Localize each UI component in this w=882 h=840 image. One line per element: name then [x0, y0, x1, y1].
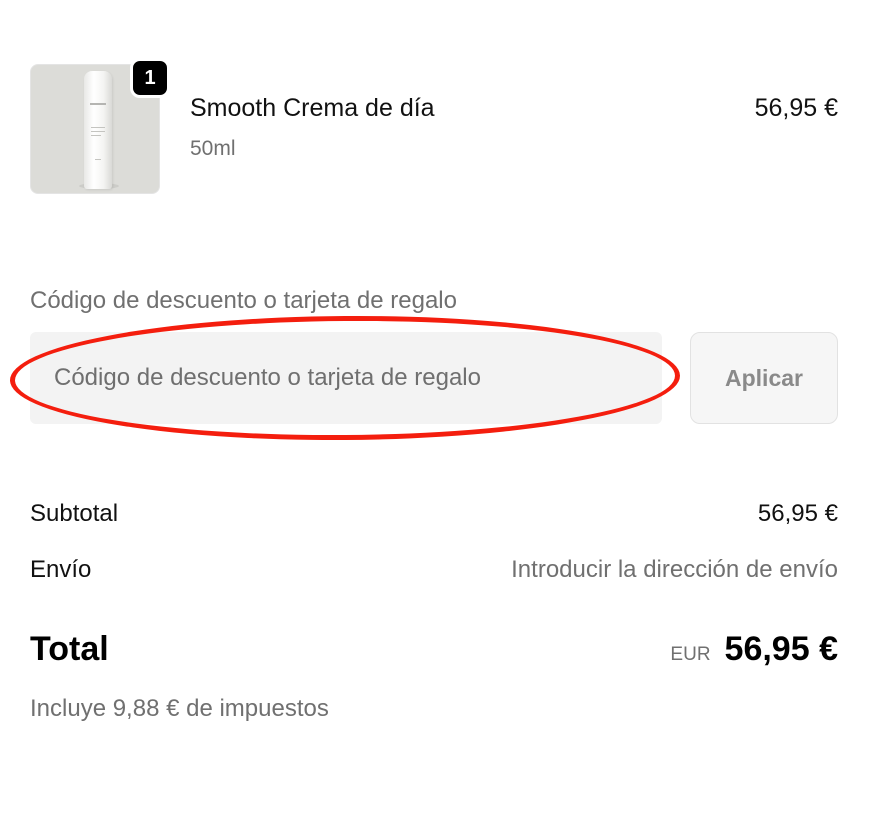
total-label: Total	[30, 630, 109, 668]
cart-line-item: 1 Smooth Crema de día 50ml 56,95 €	[30, 58, 838, 194]
tube-brand-mark	[90, 103, 106, 105]
product-variant: 50ml	[190, 137, 236, 160]
subtotal-row: Subtotal 56,95 €	[30, 500, 838, 528]
shipping-label: Envío	[30, 556, 92, 583]
product-name: Smooth Crema de día	[190, 94, 435, 122]
taxes-note: Incluye 9,88 € de impuestos	[30, 695, 329, 722]
shipping-row: Envío Introducir la dirección de envío	[30, 556, 838, 584]
currency-code: EUR	[670, 644, 711, 665]
subtotal-value: 56,95 €	[757, 500, 838, 527]
total-amount-group: EUR 56,95 €	[670, 630, 838, 669]
subtotal-label: Subtotal	[30, 500, 119, 527]
quantity-badge: 1	[130, 58, 170, 98]
cream-tube-icon	[84, 71, 112, 189]
shipping-value: Introducir la dirección de envío	[511, 556, 838, 583]
total-amount: 56,95 €	[724, 630, 838, 668]
apply-discount-button[interactable]: Aplicar	[690, 332, 838, 424]
product-price: 56,95 €	[754, 94, 838, 122]
discount-label: Código de descuento o tarjeta de regalo	[30, 287, 457, 314]
total-row: Total EUR 56,95 €	[30, 630, 838, 669]
discount-code-input[interactable]	[30, 332, 662, 424]
